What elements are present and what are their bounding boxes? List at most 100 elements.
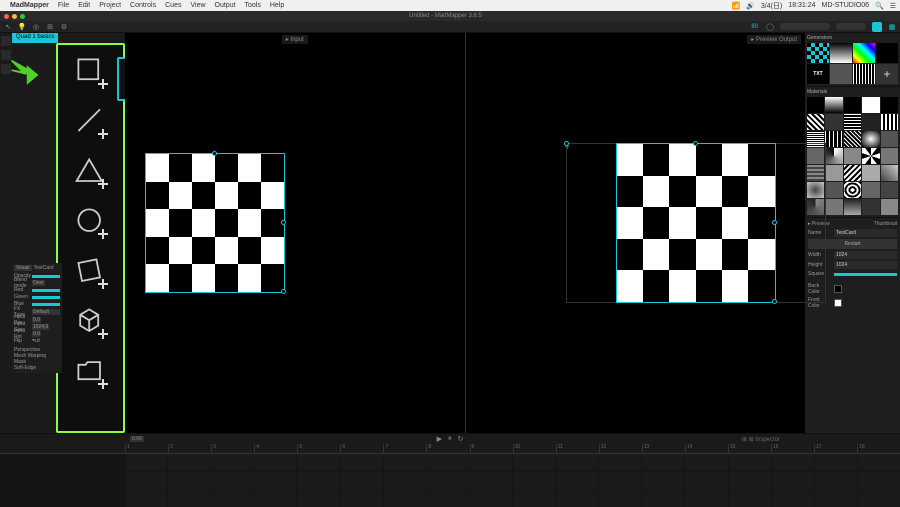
material-item[interactable] [825, 199, 842, 215]
width-field[interactable]: 1024 [834, 251, 897, 259]
material-item[interactable] [862, 199, 879, 215]
add-circle-button[interactable] [68, 199, 114, 245]
material-item[interactable] [862, 148, 879, 164]
material-item[interactable] [825, 165, 842, 181]
green-slider[interactable] [32, 296, 60, 299]
ipos-value[interactable]: 0,0 [32, 317, 41, 323]
feedback-pill[interactable] [836, 23, 866, 30]
menu-edit[interactable]: Edit [78, 2, 90, 9]
status-time[interactable]: 18:31:24 [788, 2, 815, 9]
gear-icon[interactable]: ⚙ [60, 23, 68, 31]
frontcolor-swatch[interactable] [834, 299, 842, 307]
material-item[interactable] [825, 148, 842, 164]
height-field[interactable]: 1024 [834, 261, 897, 269]
status-search-icon[interactable]: 🔍 [875, 2, 884, 10]
material-item[interactable] [881, 114, 898, 130]
gen-color[interactable] [853, 43, 875, 63]
handle-right[interactable] [281, 220, 286, 225]
status-volume-icon[interactable]: 🔊 [746, 2, 755, 10]
material-item[interactable] [825, 97, 842, 113]
timeline-ruler[interactable]: 123456789101112131415161718 [0, 444, 900, 454]
circle-icon[interactable]: ◯ [766, 23, 774, 31]
add-triangle-button[interactable] [68, 149, 114, 195]
timeline-tracks[interactable] [0, 454, 900, 507]
material-item[interactable] [825, 131, 842, 147]
material-item[interactable] [807, 97, 824, 113]
zoom-button[interactable] [20, 14, 25, 19]
status-date[interactable]: 3/4(日) [761, 1, 782, 11]
softedge-toggle[interactable]: Soft-Edge [14, 365, 36, 371]
material-item[interactable] [862, 97, 879, 113]
material-item[interactable] [862, 182, 879, 198]
status-wifi-icon[interactable]: 📶 [731, 2, 740, 10]
material-item[interactable] [881, 165, 898, 181]
material-item[interactable] [825, 182, 842, 198]
search-pill[interactable] [780, 23, 830, 30]
material-item[interactable] [844, 114, 861, 130]
selection-box[interactable] [616, 143, 776, 303]
input-viewport[interactable]: ▸ Input [125, 33, 466, 433]
fullscreen-button[interactable] [872, 22, 882, 32]
material-item[interactable] [881, 199, 898, 215]
material-item[interactable] [825, 114, 842, 130]
material-item[interactable] [844, 165, 861, 181]
gen-testcard[interactable] [807, 43, 829, 63]
close-button[interactable] [4, 14, 9, 19]
material-item[interactable] [862, 131, 879, 147]
tab-testcard[interactable]: TestCard [34, 265, 54, 271]
gen-add[interactable]: + [876, 64, 898, 84]
flip-v-icon[interactable]: ⇵ [36, 338, 40, 344]
menu-view[interactable]: View [190, 2, 205, 9]
backcolor-swatch[interactable] [834, 285, 842, 293]
tab-quad[interactable]: Quad 1 basics [12, 33, 58, 43]
minimize-button[interactable] [12, 14, 17, 19]
preview-viewport[interactable]: ▸ Preview Output + [466, 33, 806, 433]
handle-top[interactable] [212, 151, 217, 156]
material-item[interactable] [844, 199, 861, 215]
node-icon[interactable]: ⊞ [46, 23, 54, 31]
name-field[interactable]: TestCard [834, 229, 897, 237]
selection-box[interactable] [145, 153, 285, 293]
menu-output[interactable]: Output [215, 2, 236, 9]
add-folder-button[interactable] [68, 349, 114, 395]
menu-controls[interactable]: Controls [130, 2, 156, 9]
material-item[interactable] [844, 182, 861, 198]
add-3d-button[interactable] [68, 299, 114, 345]
thumbnail-tab[interactable]: Thumbnail [874, 221, 897, 227]
handle-br[interactable] [772, 299, 777, 304]
material-item[interactable] [881, 182, 898, 198]
gen-lines[interactable] [853, 64, 875, 84]
play-button[interactable]: ▶ [437, 435, 442, 443]
handle-top[interactable] [693, 141, 698, 146]
blue-slider[interactable] [32, 303, 60, 306]
menu-file[interactable]: File [58, 2, 69, 9]
handle-br[interactable] [281, 289, 286, 294]
menu-cues[interactable]: Cues [165, 2, 181, 9]
gen-solid[interactable] [830, 64, 852, 84]
status-menu-icon[interactable]: ☰ [890, 2, 896, 10]
menu-help[interactable]: Help [270, 2, 284, 9]
gen-txt[interactable]: TXT [807, 64, 829, 84]
material-item[interactable] [862, 165, 879, 181]
add-mask-button[interactable] [68, 249, 114, 295]
menu-project[interactable]: Project [99, 2, 121, 9]
opacity-slider[interactable] [32, 275, 60, 278]
material-item[interactable] [881, 97, 898, 113]
material-item[interactable] [844, 131, 861, 147]
cursor-icon[interactable]: ↖ [4, 23, 12, 31]
handle-right[interactable] [772, 220, 777, 225]
hint-icon[interactable]: 💡 [18, 23, 26, 31]
add-quad-button[interactable] [68, 49, 114, 95]
isize-value[interactable]: 1024,0 [32, 324, 49, 330]
irot-value[interactable]: 0.0 [32, 331, 41, 337]
loop-button[interactable]: ↻ [458, 435, 464, 443]
material-item[interactable] [862, 114, 879, 130]
status-user[interactable]: MD-STUDIO06 [822, 2, 869, 9]
target-icon[interactable]: ◎ [32, 23, 40, 31]
fx-value[interactable]: Default [32, 309, 60, 315]
rail-item[interactable] [1, 36, 11, 46]
panel-icon[interactable]: ▦ [888, 23, 896, 31]
material-item[interactable] [881, 131, 898, 147]
pause-button[interactable]: ⏸ [448, 435, 452, 443]
handle-tl[interactable] [564, 141, 569, 146]
